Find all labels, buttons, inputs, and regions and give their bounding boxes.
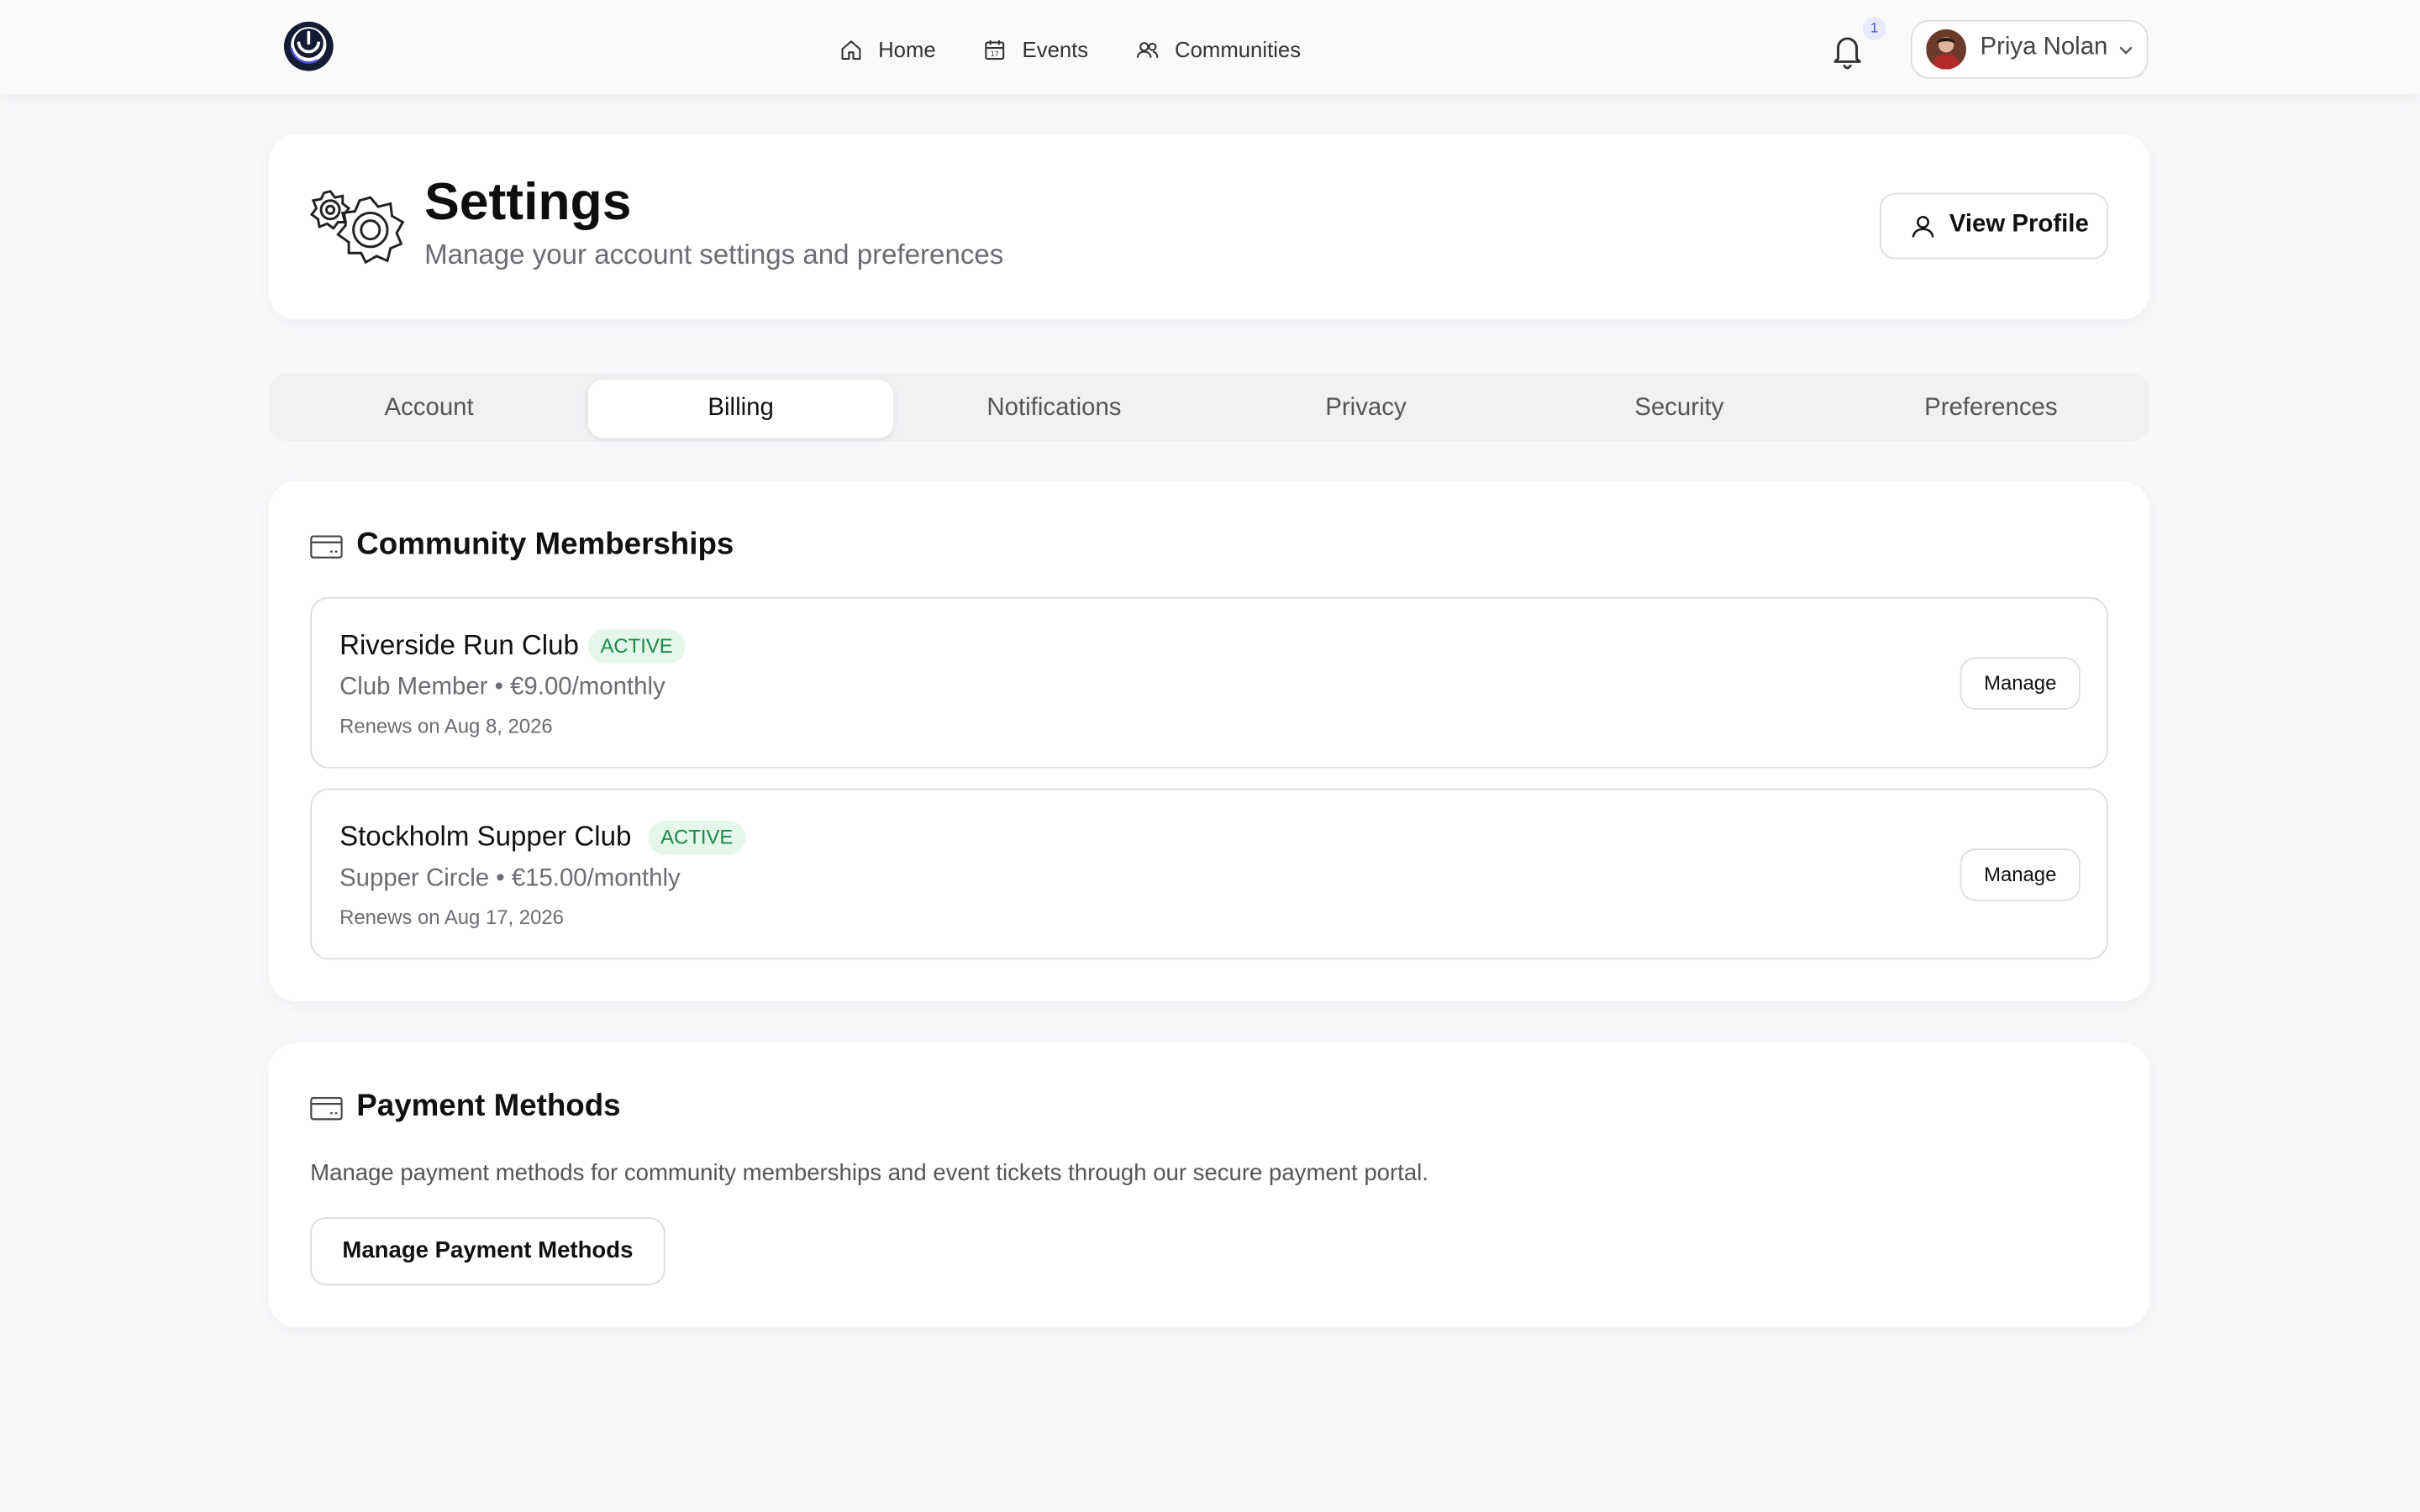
home-icon	[841, 39, 861, 60]
membership-renewal: Renews on Aug 17, 2026	[339, 906, 564, 929]
view-profile-label: View Profile	[1949, 211, 2089, 238]
status-badge: ACTIVE	[648, 821, 746, 855]
memberships-title: Community Memberships	[356, 528, 734, 562]
user-name: Priya Nolan	[1980, 34, 2108, 60]
page-title: Settings	[424, 172, 632, 232]
nav-home-label: Home	[878, 37, 936, 62]
separator-dot: •	[496, 865, 512, 892]
user-menu-button[interactable]: Priya Nolan	[1910, 19, 2149, 79]
calendar-icon: 17	[985, 39, 1005, 60]
tab-security[interactable]: Security	[1526, 380, 1832, 438]
manage-payment-methods-button[interactable]: Manage Payment Methods	[310, 1217, 666, 1285]
membership-name: Stockholm Supper Club	[339, 821, 632, 852]
nav-communities[interactable]: Communities	[1134, 36, 1301, 62]
gears-icon	[309, 190, 405, 265]
users-icon	[1137, 41, 1159, 57]
main-nav: Home 17 Events Communities	[838, 31, 1347, 68]
status-badge: ACTIVE	[587, 629, 686, 664]
svg-text:17: 17	[991, 50, 999, 57]
membership-price: €15.00/monthly	[511, 865, 681, 892]
membership-plan-name: Supper Circle	[339, 865, 490, 892]
top-navigation-bar: Home 17 Events Communities 1 Priya Nolan	[0, 0, 2420, 95]
nav-home[interactable]: Home	[838, 36, 936, 62]
membership-renewal: Renews on Aug 8, 2026	[339, 714, 553, 738]
community-memberships-card: Community Memberships Riverside Run Club…	[268, 481, 2150, 1002]
nav-events-label: Events	[1022, 37, 1089, 62]
settings-header-card: Settings Manage your account settings an…	[268, 134, 2150, 320]
credit-card-icon	[310, 1096, 343, 1121]
credit-card-icon	[310, 535, 343, 559]
payment-description: Manage payment methods for community mem…	[310, 1160, 1428, 1187]
settings-tabs: Account Billing Notifications Privacy Se…	[268, 373, 2150, 442]
manage-button[interactable]: Manage	[1960, 657, 2081, 710]
tab-privacy[interactable]: Privacy	[1213, 380, 1519, 438]
separator-dot: •	[494, 674, 511, 701]
notification-count-badge: 1	[1862, 17, 1886, 40]
app-logo-icon[interactable]	[282, 20, 334, 72]
membership-price: €9.00/monthly	[510, 674, 666, 701]
tab-notifications[interactable]: Notifications	[902, 380, 1207, 438]
membership-plan: Club Member • €9.00/monthly	[339, 675, 666, 702]
membership-item: Riverside Run Club ACTIVE Club Member • …	[310, 596, 2108, 769]
membership-item: Stockholm Supper Club ACTIVE Supper Circ…	[310, 788, 2108, 960]
nav-events[interactable]: 17 Events	[982, 36, 1088, 62]
view-profile-button[interactable]: View Profile	[1880, 192, 2108, 260]
chevron-down-icon	[2119, 46, 2133, 55]
tab-account[interactable]: Account	[276, 380, 582, 438]
tab-preferences[interactable]: Preferences	[1839, 380, 2144, 438]
membership-name: Riverside Run Club	[339, 629, 579, 661]
avatar	[1926, 29, 1966, 70]
payment-methods-title: Payment Methods	[356, 1089, 621, 1124]
nav-communities-label: Communities	[1175, 37, 1302, 62]
user-icon	[1912, 216, 1934, 238]
membership-plan: Supper Circle • €15.00/monthly	[339, 865, 681, 893]
page-subtitle: Manage your account settings and prefere…	[424, 239, 1004, 270]
bell-icon[interactable]	[1828, 31, 1865, 71]
payment-methods-card: Payment Methods Manage payment methods f…	[268, 1042, 2150, 1327]
tab-billing[interactable]: Billing	[587, 379, 894, 438]
membership-plan-name: Club Member	[339, 674, 488, 701]
manage-button[interactable]: Manage	[1960, 848, 2081, 901]
